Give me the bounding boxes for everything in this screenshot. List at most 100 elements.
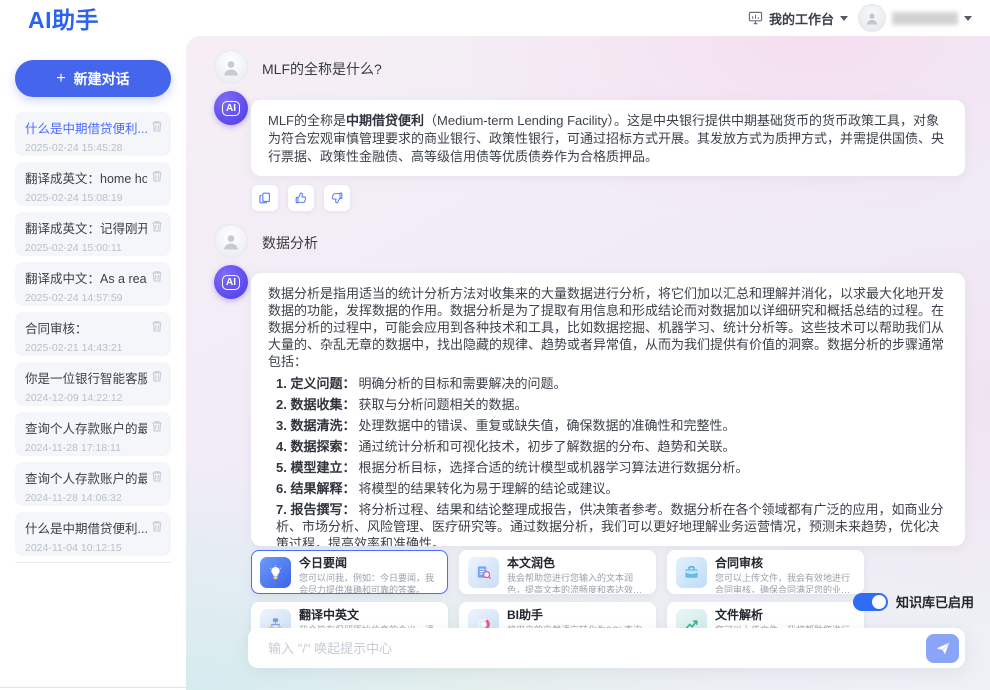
quick-action-desc: 我会帮助您进行您输入的文本润色，提高文本的流畅度和表达效果。	[507, 573, 647, 594]
conversation-time: 2024-11-28 17:18:11	[25, 442, 147, 454]
user-name-masked	[892, 12, 958, 25]
trash-icon[interactable]	[151, 470, 163, 483]
trash-icon[interactable]	[151, 370, 163, 383]
list-item: 6. 结果解释：将模型的结果转化为易于理解的结论或建议。	[276, 480, 948, 497]
trash-icon[interactable]	[151, 220, 163, 233]
ai-message-row: AI MLF的全称是中期借贷便利（Medium-term Lending Fac…	[214, 91, 965, 176]
ai-avatar: AI	[214, 265, 248, 299]
trash-icon[interactable]	[151, 120, 163, 133]
chevron-down-icon	[964, 16, 972, 21]
user-menu[interactable]	[858, 4, 972, 32]
ai-message-card: 数据分析是指用适当的统计分析方法对收集来的大量数据进行分析，将它们加以汇总和理解…	[251, 273, 965, 546]
quick-action-desc: 您可以上传文件，我会有效地进行合同审核，确保合同满足您的业务需求。	[715, 573, 855, 594]
conversation-title: 翻译成英文：记得刚开始...	[25, 218, 147, 237]
conversation-time: 2025-02-21 14:43:21	[25, 342, 147, 354]
conversation-title: 你是一位银行智能客服，...	[25, 368, 147, 387]
ai-message-card: MLF的全称是中期借贷便利（Medium-term Lending Facili…	[251, 100, 965, 176]
lightbulb-icon	[260, 557, 291, 588]
message-input[interactable]	[248, 641, 926, 656]
conversation-time: 2025-02-24 15:08:19	[25, 192, 147, 204]
quick-action-news[interactable]: 今日要闻 您可以问我，例如：今日要闻，我会尽力提供准确和可靠的答案。	[251, 550, 448, 594]
header-right: 我的工作台	[748, 4, 972, 32]
briefcase-icon	[676, 557, 707, 588]
quick-action-title: 本文润色	[507, 556, 647, 570]
conversation-item[interactable]: 什么是中期借贷便利... 2024-11-04 10:12:15	[15, 512, 171, 556]
quick-action-desc: 您可以问我，例如：今日要闻，我会尽力提供准确和可靠的答案。	[299, 573, 439, 594]
conversation-title: 翻译成中文：As a reader...	[25, 268, 147, 287]
ai-avatar: AI	[214, 91, 248, 125]
conversation-item[interactable]: 翻译成英文：home home 2025-02-24 15:08:19	[15, 162, 171, 206]
conversation-time: 2025-02-24 15:45:28	[25, 142, 147, 154]
ai-avatar-label: AI	[222, 275, 240, 290]
workspace-menu[interactable]: 我的工作台	[748, 9, 848, 28]
message-actions	[251, 184, 965, 212]
user-message-text: 数据分析	[262, 233, 318, 253]
workspace-label: 我的工作台	[769, 9, 834, 28]
list-item: 1. 定义问题：明确分析的目标和需要解决的问题。	[276, 375, 948, 392]
knowledge-base-control: 知识库已启用	[853, 592, 974, 611]
ai-message-intro: 数据分析是指用适当的统计分析方法对收集来的大量数据进行分析，将它们加以汇总和理解…	[268, 286, 944, 369]
analysis-steps-list: 1. 定义问题：明确分析的目标和需要解决的问题。 2. 数据收集：获取与分析问题…	[268, 375, 948, 546]
conversation-time: 2024-12-09 14:22:12	[25, 392, 147, 404]
conversation-item[interactable]: 翻译成英文：记得刚开始... 2025-02-24 15:00:11	[15, 212, 171, 256]
copy-icon	[258, 191, 272, 205]
conversation-item[interactable]: 查询个人存款账户的最新... 2024-11-28 14:06:32	[15, 462, 171, 506]
user-message-row: MLF的全称是什么?	[214, 50, 965, 84]
conversation-time: 2025-02-24 14:57:59	[25, 292, 147, 304]
conversation-title: 查询个人存款账户的最新...	[25, 418, 147, 437]
chevron-down-icon	[840, 16, 848, 21]
trash-icon[interactable]	[151, 520, 163, 533]
list-item: 2. 数据收集：获取与分析问题相关的数据。	[276, 396, 948, 413]
user-avatar	[214, 224, 248, 258]
sidebar: + 新建对话 什么是中期借贷便利... 2025-02-24 15:45:28 …	[0, 36, 186, 690]
list-divider	[15, 562, 171, 563]
quick-action-title: 翻译中英文	[299, 608, 439, 622]
text-polish-icon	[468, 557, 499, 588]
conversation-item[interactable]: 查询个人存款账户的最新... 2024-11-28 17:18:11	[15, 412, 171, 456]
top-header: AI助手 我的工作台	[0, 0, 990, 36]
quick-action-title: 今日要闻	[299, 556, 439, 570]
list-item: 5. 模型建立：根据分析目标，选择合适的统计模型或机器学习算法进行数据分析。	[276, 459, 948, 476]
user-message-text: MLF的全称是什么?	[262, 59, 382, 79]
quick-action-title: 合同审核	[715, 556, 855, 570]
conversation-item[interactable]: 你是一位银行智能客服，... 2024-12-09 14:22:12	[15, 362, 171, 406]
trash-icon[interactable]	[151, 270, 163, 283]
copy-button[interactable]	[251, 184, 279, 212]
chat-thread: MLF的全称是什么? AI MLF的全称是中期借贷便利（Medium-term …	[186, 36, 990, 646]
conversation-item[interactable]: 合同审核： 2025-02-21 14:43:21	[15, 312, 171, 356]
app-logo: AI助手	[28, 1, 99, 35]
knowledge-base-toggle[interactable]	[853, 593, 888, 611]
conversation-item[interactable]: 翻译成中文：As a reader... 2025-02-24 14:57:59	[15, 262, 171, 306]
chat-panel: MLF的全称是什么? AI MLF的全称是中期借贷便利（Medium-term …	[186, 36, 990, 690]
monitor-icon	[748, 11, 763, 25]
quick-action-polish[interactable]: 本文润色 我会帮助您进行您输入的文本润色，提高文本的流畅度和表达效果。	[459, 550, 656, 594]
conversation-title: 查询个人存款账户的最新...	[25, 468, 147, 487]
conversation-list: 什么是中期借贷便利... 2025-02-24 15:45:28 翻译成英文：h…	[15, 112, 171, 563]
thumbs-up-icon	[294, 191, 308, 205]
trash-icon[interactable]	[151, 420, 163, 433]
toggle-knob	[872, 595, 886, 609]
new-chat-button[interactable]: + 新建对话	[15, 60, 171, 97]
quick-action-title: BI助手	[507, 608, 647, 622]
conversation-item[interactable]: 什么是中期借贷便利... 2025-02-24 15:45:28	[15, 112, 171, 156]
conversation-title: 翻译成英文：home home	[25, 168, 147, 187]
user-avatar	[214, 50, 248, 84]
sidebar-bottom-divider	[0, 687, 186, 688]
ai-message-bold: 中期借贷便利	[346, 113, 424, 128]
composer	[248, 628, 965, 668]
quick-action-title: 文件解析	[715, 608, 855, 622]
quick-action-contract[interactable]: 合同审核 您可以上传文件，我会有效地进行合同审核，确保合同满足您的业务需求。	[667, 550, 864, 594]
knowledge-base-label: 知识库已启用	[896, 592, 974, 611]
trash-icon[interactable]	[151, 170, 163, 183]
person-icon	[221, 231, 241, 251]
new-chat-label: 新建对话	[74, 69, 130, 89]
thumbs-down-icon	[330, 191, 344, 205]
list-item: 3. 数据清洗：处理数据中的错误、重复或缺失值，确保数据的准确性和完整性。	[276, 417, 948, 434]
thumbs-down-button[interactable]	[323, 184, 351, 212]
send-button[interactable]	[926, 634, 959, 663]
conversation-time: 2025-02-24 15:00:11	[25, 242, 147, 254]
thumbs-up-button[interactable]	[287, 184, 315, 212]
person-icon	[864, 10, 880, 26]
trash-icon[interactable]	[151, 320, 163, 333]
list-item: 4. 数据探索：通过统计分析和可视化技术，初步了解数据的分布、趋势和关联。	[276, 438, 948, 455]
